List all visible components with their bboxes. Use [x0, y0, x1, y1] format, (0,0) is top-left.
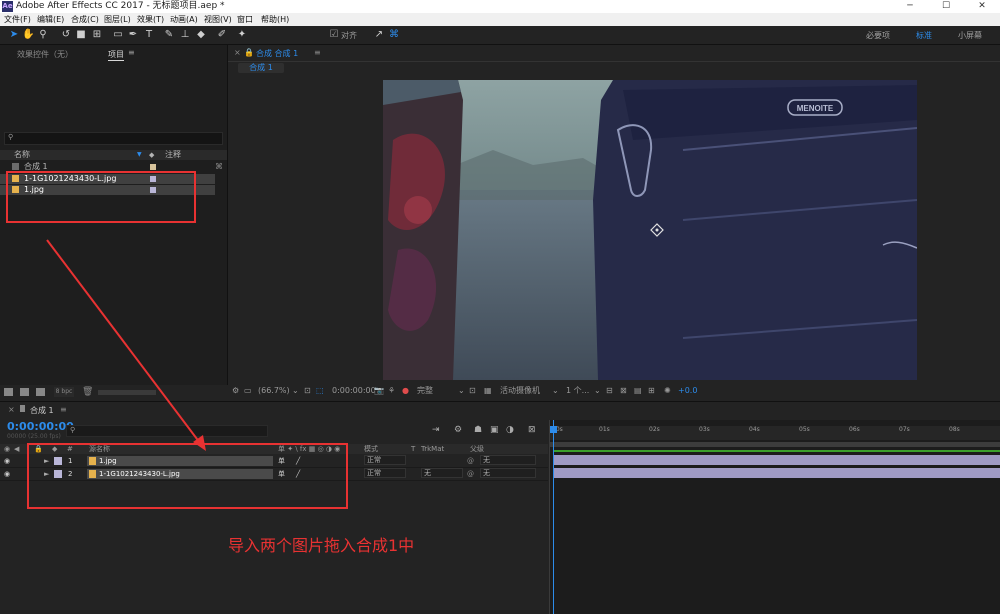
- annotation-caption: 导入两个图片拖入合成1中: [228, 536, 415, 555]
- annotation-arrow: [46, 239, 206, 451]
